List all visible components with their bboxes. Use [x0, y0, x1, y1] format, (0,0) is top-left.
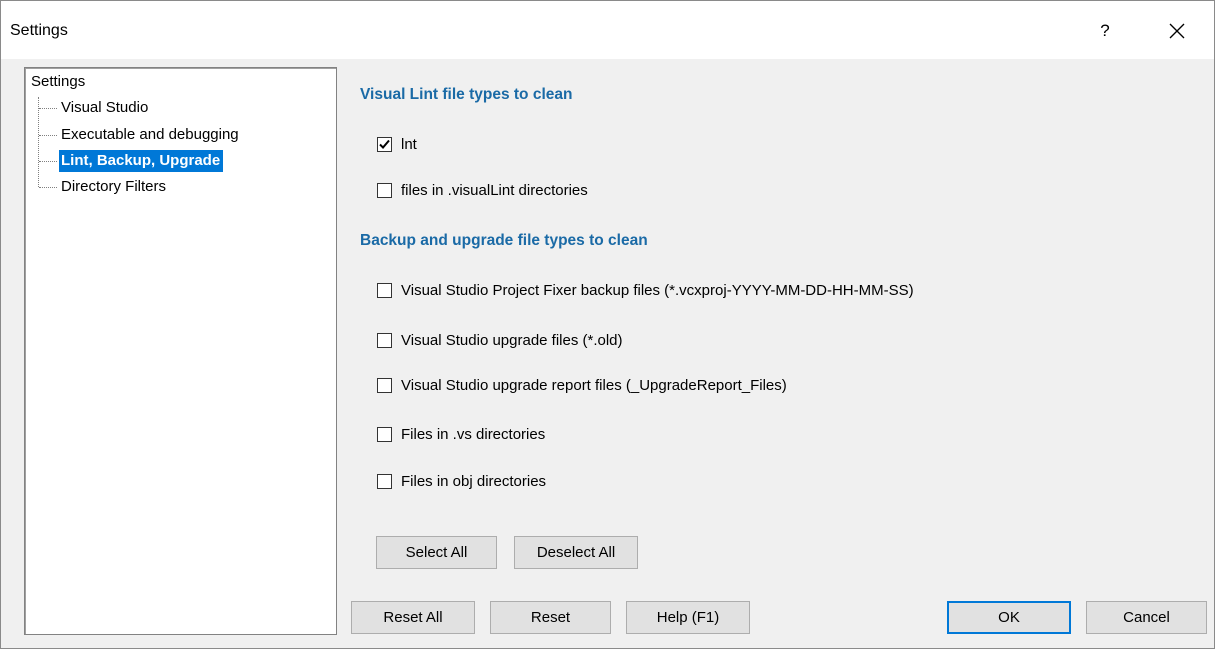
help-title-button[interactable]: ? — [1087, 13, 1123, 49]
tree-item-directory-filters[interactable]: Directory Filters — [59, 176, 169, 198]
button-label: Help (F1) — [656, 609, 720, 626]
button-label: Cancel — [1123, 609, 1170, 626]
checkbox-upgrade-files[interactable]: Visual Studio upgrade files (*.old) — [377, 331, 623, 349]
select-all-button[interactable]: Select All — [376, 536, 497, 569]
checkbox-box[interactable] — [377, 136, 392, 152]
button-label: Reset All — [383, 609, 443, 626]
checkbox-box[interactable] — [377, 426, 392, 442]
tree-item-lint-backup-upgrade[interactable]: Lint, Backup, Upgrade — [59, 150, 224, 172]
checkbox-label: Files in .vs directories — [401, 425, 546, 443]
reset-all-button[interactable]: Reset All — [351, 601, 475, 634]
tree-connector — [38, 97, 39, 187]
cancel-button[interactable]: Cancel — [1086, 601, 1207, 634]
tree-connector — [39, 108, 57, 109]
question-icon: ? — [1100, 21, 1110, 40]
settings-tree[interactable]: Settings Visual Studio Executable and de… — [24, 67, 337, 635]
checkbox-box[interactable] — [377, 473, 392, 489]
checkmark-icon — [379, 139, 390, 149]
close-icon — [1169, 23, 1185, 39]
tree-connector — [39, 135, 57, 136]
checkbox-box[interactable] — [377, 332, 392, 348]
checkbox-box[interactable] — [377, 377, 392, 393]
deselect-all-button[interactable]: Deselect All — [514, 536, 638, 569]
checkbox-obj-directories[interactable]: Files in obj directories — [377, 472, 546, 490]
tree-root-settings[interactable]: Settings — [31, 73, 85, 90]
checkbox-label: Visual Studio upgrade report files (_Upg… — [401, 376, 787, 394]
close-button[interactable] — [1157, 13, 1197, 49]
button-label: Select All — [405, 544, 468, 561]
checkbox-label: Visual Studio upgrade files (*.old) — [401, 331, 623, 349]
settings-dialog: Settings ? Settings Visual Studio Execut… — [0, 0, 1215, 649]
button-label: Deselect All — [536, 544, 616, 561]
tree-connector — [39, 187, 57, 188]
button-label: Reset — [530, 609, 571, 626]
section-title-lint: Visual Lint file types to clean — [360, 86, 573, 103]
checkbox-box[interactable] — [377, 282, 392, 298]
checkbox-project-fixer-backup[interactable]: Visual Studio Project Fixer backup files… — [377, 281, 914, 299]
help-button[interactable]: Help (F1) — [626, 601, 750, 634]
tree-item-visual-studio[interactable]: Visual Studio — [59, 97, 151, 119]
checkbox-label: files in .visualLint directories — [401, 181, 588, 199]
checkbox-box[interactable] — [377, 182, 392, 198]
title-bar: Settings ? — [1, 1, 1214, 59]
checkbox-label: lnt — [401, 135, 417, 153]
checkbox-upgrade-report[interactable]: Visual Studio upgrade report files (_Upg… — [377, 376, 787, 394]
window-title: Settings — [10, 22, 68, 39]
checkbox-label: Files in obj directories — [401, 472, 547, 490]
reset-button[interactable]: Reset — [490, 601, 611, 634]
checkbox-vs-directories[interactable]: Files in .vs directories — [377, 425, 545, 443]
checkbox-label: Visual Studio Project Fixer backup files… — [401, 281, 914, 299]
tree-item-executable-debugging[interactable]: Executable and debugging — [59, 124, 242, 146]
section-title-backup: Backup and upgrade file types to clean — [360, 232, 648, 249]
checkbox-lnt[interactable]: lnt — [377, 135, 417, 153]
tree-connector — [39, 161, 57, 162]
checkbox-visuallint-dirs[interactable]: files in .visualLint directories — [377, 181, 588, 199]
button-label: OK — [998, 609, 1020, 626]
ok-button[interactable]: OK — [947, 601, 1071, 634]
